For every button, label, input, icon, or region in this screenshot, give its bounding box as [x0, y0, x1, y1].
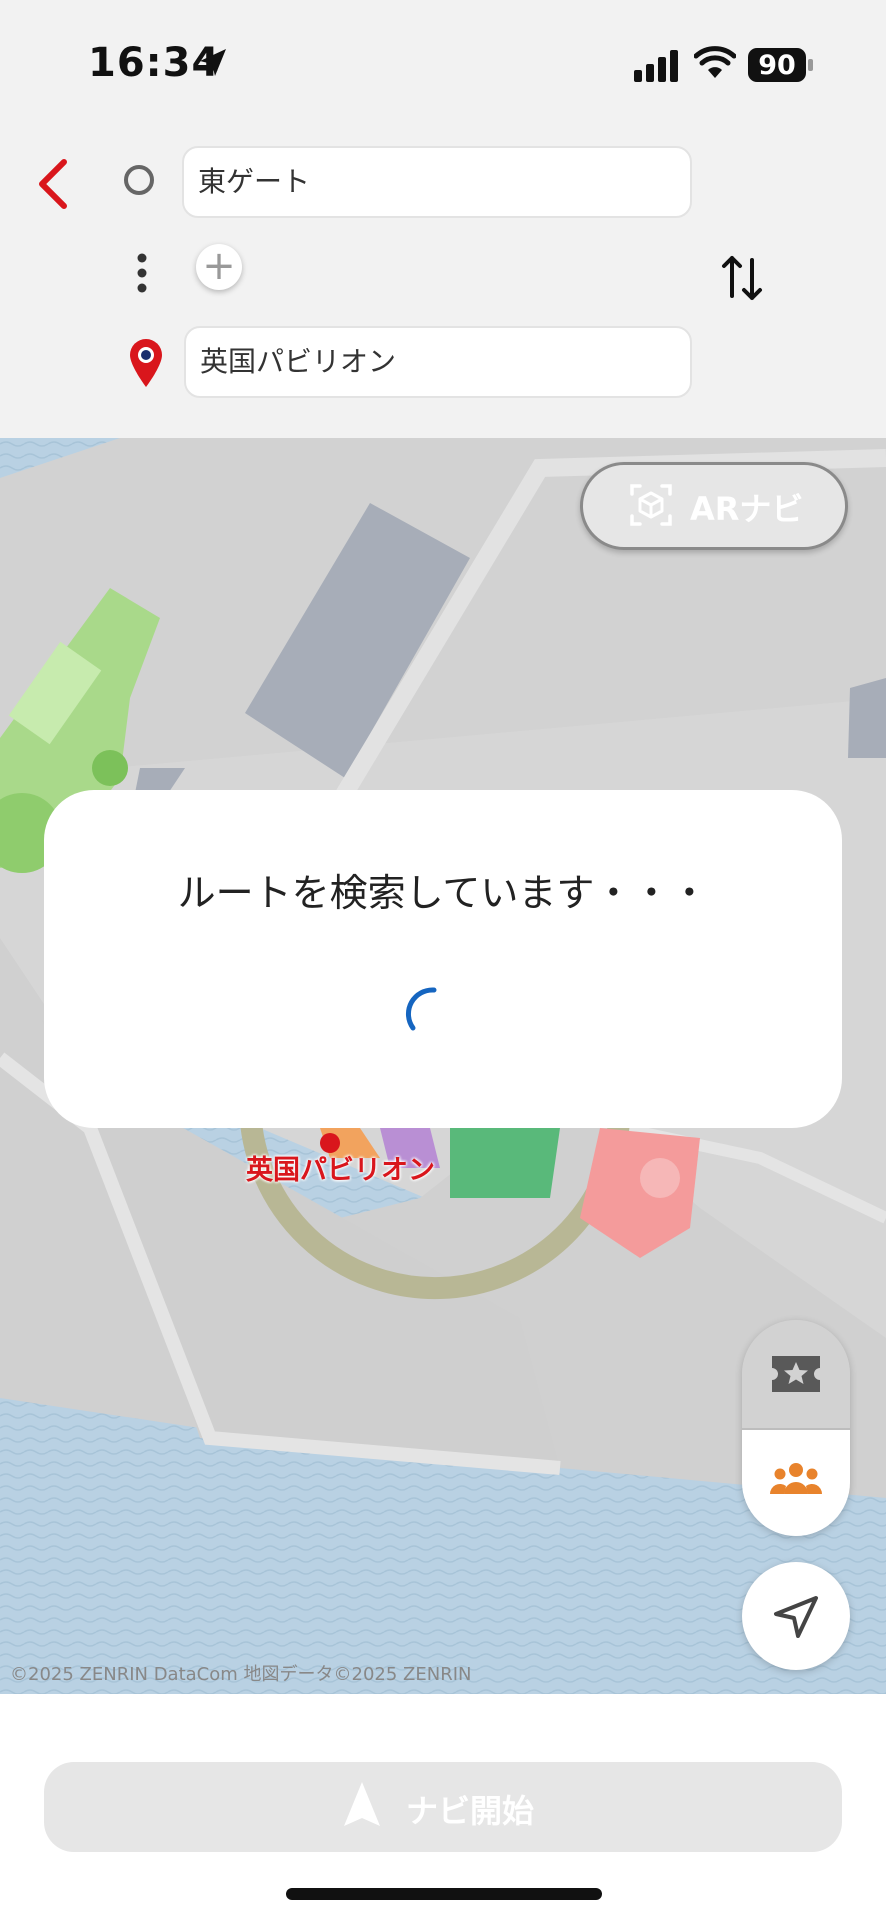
map-pin-icon [130, 339, 162, 387]
home-indicator [286, 1888, 602, 1900]
navigation-arrow-icon [774, 1596, 818, 1638]
loading-dialog [44, 790, 842, 1128]
map-layer-buttons [742, 1320, 850, 1536]
loading-spinner-icon [405, 987, 437, 1031]
origin-input[interactable]: 東ゲート [182, 146, 692, 218]
swap-route-button[interactable] [720, 252, 764, 304]
battery-level: 90 [758, 50, 796, 81]
crowd-button[interactable] [742, 1428, 850, 1536]
cellular-signal-icon [634, 50, 678, 82]
start-navigation-label: ナビ開始 [406, 1792, 535, 1830]
favorites-button[interactable] [742, 1320, 850, 1428]
destination-input[interactable]: 英国パビリオン [184, 326, 692, 398]
origin-circle-icon [124, 165, 154, 195]
plus-icon: + [202, 243, 236, 289]
map-attribution: ©2025 ZENRIN DataCom 地図データ©2025 ZENRIN [10, 1664, 472, 1685]
wifi-icon [694, 46, 736, 78]
destination-map-label[interactable]: 英国パビリオン [246, 1148, 435, 1187]
back-button[interactable] [34, 158, 74, 210]
ar-cube-icon [630, 484, 672, 526]
vertical-dots-icon [137, 253, 147, 293]
location-services-icon [200, 49, 226, 76]
current-location-button[interactable] [742, 1562, 850, 1670]
ar-navi-label: ARナビ [690, 490, 804, 528]
navigation-arrow-icon [344, 1782, 380, 1826]
people-icon [770, 1463, 822, 1494]
add-waypoint-button[interactable]: + [196, 244, 242, 290]
loading-message: ルートを検索しています・・・ [177, 871, 709, 915]
ticket-star-icon [772, 1356, 820, 1392]
